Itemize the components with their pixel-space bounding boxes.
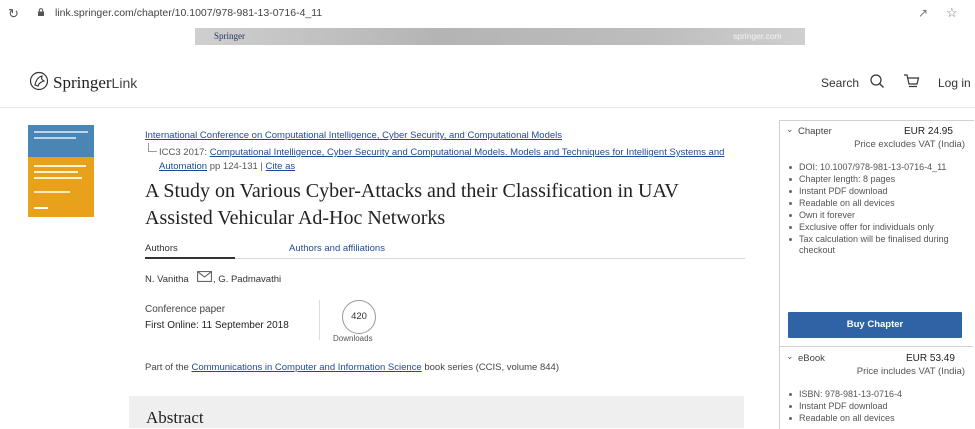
login-link[interactable]: Log in: [938, 76, 971, 90]
chevron-down-icon[interactable]: ⌄: [786, 351, 794, 362]
bookmark-star-icon[interactable]: ☆: [946, 5, 958, 21]
author-name[interactable]: N. Vanitha: [145, 274, 189, 285]
top-banner: Springer springer.com: [0, 28, 975, 45]
chevron-down-icon[interactable]: ⌄: [786, 124, 794, 135]
hierarchy-corner-icon: [148, 143, 157, 152]
logo-link: Link: [111, 75, 138, 91]
list-item: Tax calculation will be finalised during…: [787, 234, 962, 256]
search-icon[interactable]: [869, 73, 885, 89]
email-icon[interactable]: [197, 271, 212, 282]
pages-text: pp 124-131: [209, 161, 258, 172]
downloads-label: Downloads: [333, 334, 373, 343]
ebook-price: EUR 53.49: [906, 353, 955, 364]
chapter-price: EUR 24.95: [904, 126, 953, 137]
ebook-vat-note: Price includes VAT (India): [856, 366, 965, 377]
chapter-features-list: DOI: 10.1007/978-981-13-0716-4_11 Chapte…: [787, 162, 962, 257]
abstract-section: [129, 396, 744, 428]
header-divider: [0, 107, 975, 108]
buy-chapter-button[interactable]: Buy Chapter: [788, 312, 962, 338]
list-item: Chapter length: 8 pages: [787, 174, 962, 185]
page-title: A Study on Various Cyber-Attacks and the…: [145, 180, 679, 229]
paper-type: Conference paper: [145, 304, 226, 315]
series-prefix: Part of the: [145, 362, 189, 373]
list-item: Readable on all devices: [787, 198, 962, 209]
banner-domain: springer.com: [733, 31, 782, 41]
author-name[interactable]: , G. Padmavathi: [213, 274, 281, 285]
share-icon[interactable]: ↗: [918, 6, 928, 20]
abstract-heading: Abstract: [146, 408, 204, 427]
logo-springer: Springer: [53, 73, 112, 92]
separator: |: [260, 161, 263, 172]
list-item: Exclusive offer for individuals only: [787, 222, 962, 233]
ebook-features-list: ISBN: 978-981-13-0716-4 Instant PDF down…: [787, 389, 962, 425]
browser-address-bar: ↻ link.springer.com/chapter/10.1007/978-…: [0, 0, 975, 29]
book-cover-image[interactable]: [28, 125, 94, 217]
springer-horse-icon[interactable]: [29, 71, 49, 91]
tab-underline: [145, 258, 745, 259]
cite-as-link[interactable]: Cite as: [266, 161, 296, 172]
tab-active-indicator: [145, 257, 235, 259]
reload-icon[interactable]: ↻: [8, 6, 19, 22]
list-item: Own it forever: [787, 210, 962, 221]
tab-authors-affiliations[interactable]: Authors and affiliations: [289, 243, 385, 254]
list-item: Instant PDF download: [787, 401, 962, 412]
url-text[interactable]: link.springer.com/chapter/10.1007/978-98…: [55, 7, 322, 19]
chapter-option-label[interactable]: Chapter: [798, 126, 832, 137]
downloads-count: 420: [351, 311, 367, 322]
list-item: ISBN: 978-981-13-0716-4: [787, 389, 962, 400]
conference-link[interactable]: International Conference on Computationa…: [145, 130, 562, 141]
first-online-date: First Online: 11 September 2018: [145, 320, 289, 331]
chapter-vat-note: Price excludes VAT (India): [854, 139, 965, 150]
list-item: Readable on all devices: [787, 413, 962, 424]
list-item: DOI: 10.1007/978-981-13-0716-4_11: [787, 162, 962, 173]
series-suffix: book series (CCIS, volume 844): [424, 362, 559, 373]
metrics-divider: [319, 300, 320, 340]
series-info: Part of the Communications in Computer a…: [145, 362, 559, 373]
springerlink-logo[interactable]: SpringerLink: [53, 73, 137, 93]
series-link[interactable]: Communications in Computer and Informati…: [191, 362, 421, 373]
panel-divider: [780, 346, 973, 347]
cart-icon[interactable]: [903, 73, 920, 90]
search-button[interactable]: Search: [821, 76, 859, 90]
tab-authors[interactable]: Authors: [145, 243, 178, 254]
proceedings-line: ICC3 2017: Computational Intelligence, C…: [159, 146, 744, 174]
ebook-option-label[interactable]: eBook: [798, 353, 825, 364]
banner-logo: Springer: [214, 31, 245, 41]
lock-icon[interactable]: [37, 8, 45, 16]
list-item: Instant PDF download: [787, 186, 962, 197]
proceedings-code: ICC3 2017:: [159, 147, 208, 158]
